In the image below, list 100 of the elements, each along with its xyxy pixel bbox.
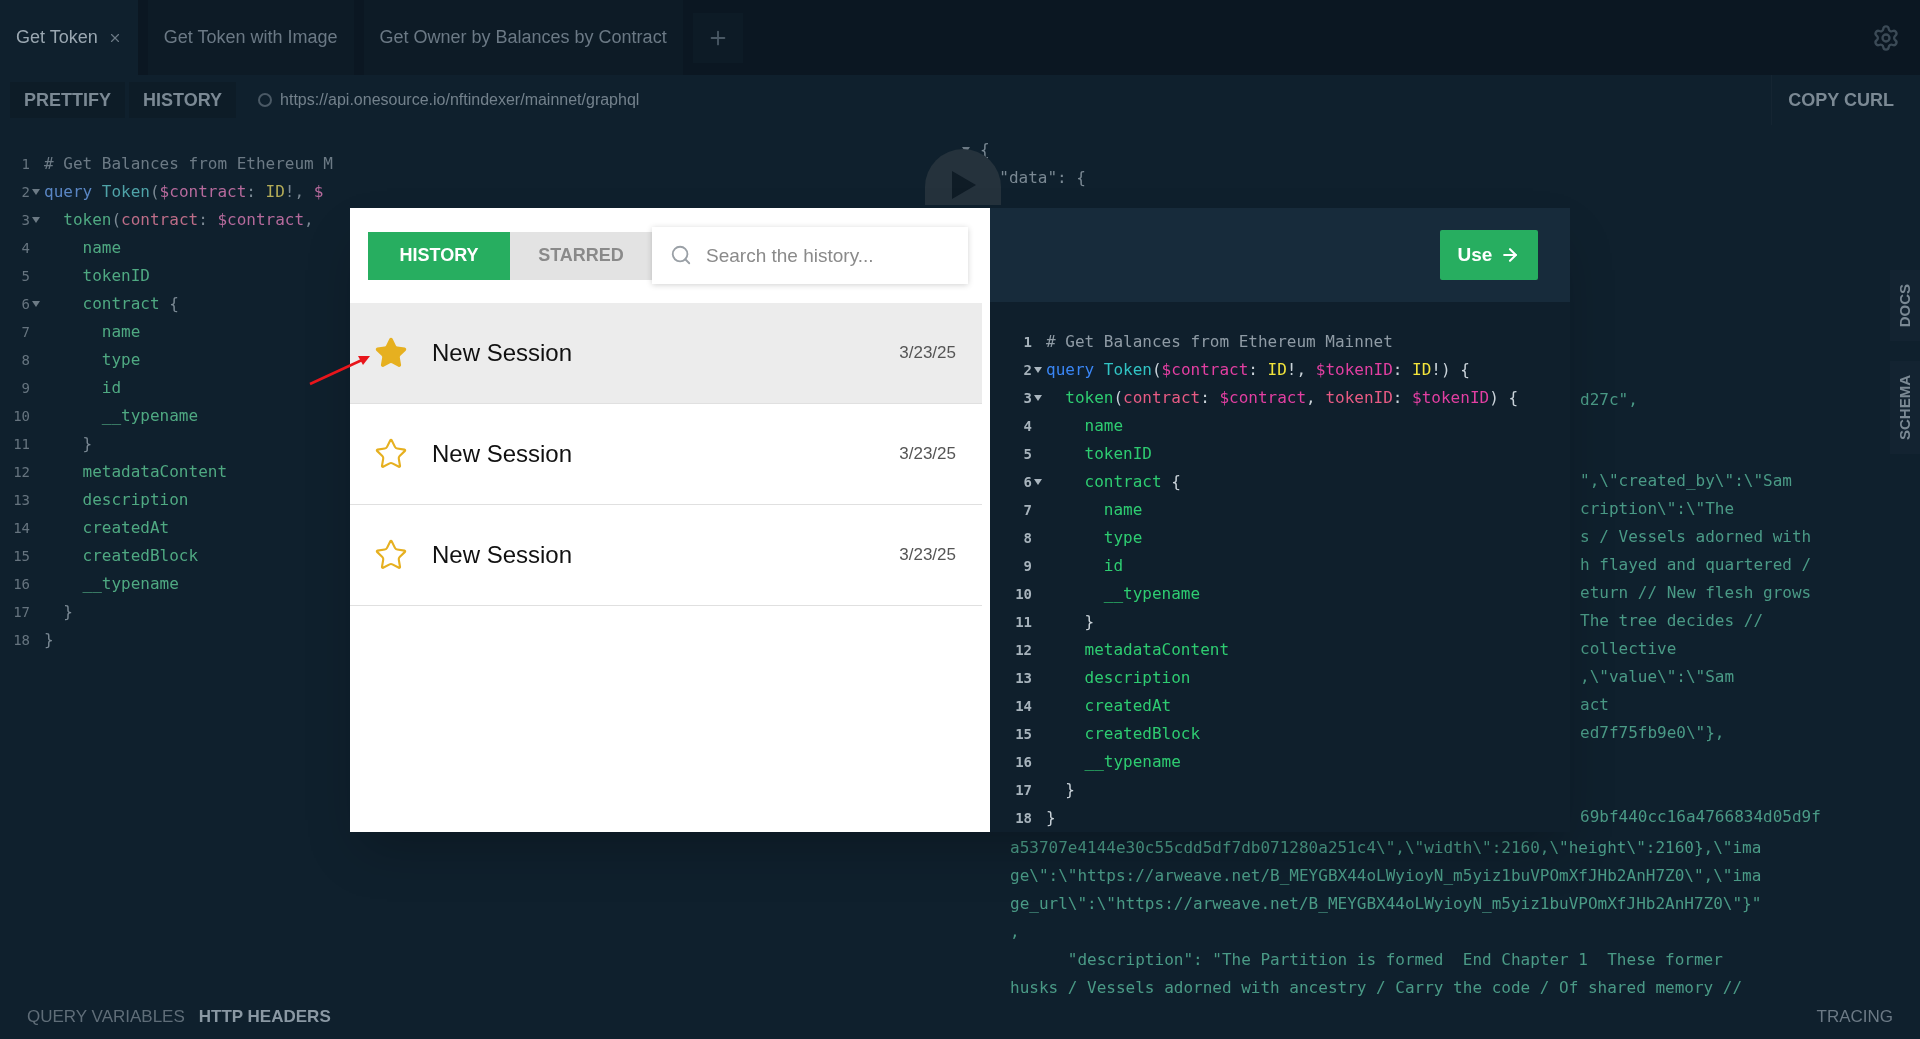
- code-line: createdAt: [81, 517, 170, 539]
- fold-arrow-icon[interactable]: [1034, 479, 1042, 485]
- line-number: 1: [21, 155, 30, 174]
- code-line: __typename: [1083, 751, 1181, 773]
- result-line: The tree decides //: [1580, 610, 1764, 632]
- code-line: description: [81, 489, 189, 511]
- query-tab[interactable]: Get Token: [0, 0, 138, 75]
- fold-arrow-icon[interactable]: [32, 301, 40, 307]
- result-line: s / Vessels adorned with: [1580, 526, 1812, 548]
- session-title: New Session: [432, 540, 574, 570]
- line-number: 17: [1015, 781, 1032, 800]
- line-number: 11: [1015, 613, 1032, 632]
- session-date: 3/23/25: [899, 544, 956, 567]
- line-number: 6: [21, 295, 30, 314]
- query-tab[interactable]: Get Owner by Balances by Contract: [363, 0, 683, 75]
- line-number: 8: [1023, 529, 1032, 548]
- fold-arrow-icon[interactable]: [32, 217, 40, 223]
- result-line: husks / Vessels adorned with ancestry / Carry the code / Of shared memory //: [1010, 977, 1743, 999]
- result-line: 69bf440cc16a4766834d05d9f: [1580, 806, 1821, 828]
- settings-icon[interactable]: [1872, 23, 1900, 52]
- fold-arrow-icon[interactable]: [32, 189, 40, 195]
- line-number: 13: [1015, 669, 1032, 688]
- search-field[interactable]: Search the history...: [652, 227, 968, 284]
- code-line: metadataContent: [1083, 639, 1230, 661]
- code-line: id: [100, 377, 122, 399]
- play-icon: [950, 171, 976, 199]
- result-line: ed7f75fb9e0\"},: [1580, 722, 1725, 744]
- line-number: 10: [1015, 585, 1032, 604]
- toolbar-button[interactable]: HISTORY: [129, 82, 237, 118]
- panel-tab[interactable]: QUERY VARIABLES: [27, 1003, 185, 1030]
- query-tab[interactable]: Get Token with Image: [147, 0, 354, 75]
- fold-arrow-icon[interactable]: [1034, 395, 1042, 401]
- search-icon: [670, 244, 692, 266]
- code-line: name: [100, 321, 141, 343]
- line-number: 18: [1015, 809, 1032, 828]
- line-number: 2: [1023, 361, 1032, 380]
- side-tab[interactable]: DOCS: [1890, 270, 1920, 342]
- use-button[interactable]: Use: [1440, 230, 1538, 280]
- session-date: 3/23/25: [899, 342, 956, 365]
- result-line: h flayed and quartered /: [1580, 554, 1812, 576]
- url-field[interactable]: https://api.onesource.io/nftindexer/mainnet/graphql: [248, 82, 1768, 118]
- code-line: metadataContent: [81, 461, 228, 483]
- line-number: 5: [21, 267, 30, 286]
- result-line: ge_url\":\"https://arweave.net/B_MEYGBX44oLWyioyN_m5yiz1buVPOmXfJHb2AnH7Z0\"}": [1010, 893, 1762, 915]
- line-number: 12: [1015, 641, 1032, 660]
- code-line: }: [1083, 611, 1095, 633]
- code-line: }: [44, 629, 54, 651]
- line-number: 9: [21, 379, 30, 398]
- line-number: 2: [21, 183, 30, 202]
- code-line: query Token($contract: ID!, $tokenID: ID!) {: [1046, 359, 1470, 381]
- line-number: 13: [13, 491, 30, 510]
- line-number: 18: [13, 631, 30, 650]
- result-line: "description": "The Partition is formed End Chapter 1 These former: [1066, 949, 1723, 971]
- code-line: __typename: [81, 573, 179, 595]
- result-line: ",\"created_by\":\"Sam: [1580, 470, 1792, 492]
- line-number: 4: [1023, 417, 1032, 436]
- result-line: cription\":\"The: [1580, 498, 1735, 520]
- line-number: 4: [21, 239, 30, 258]
- line-number: 16: [13, 575, 30, 594]
- code-line: tokenID: [1083, 443, 1152, 465]
- code-line: # Get Balances from Ethereum Mainnet: [1046, 331, 1393, 353]
- history-tab[interactable]: HISTORY: [368, 231, 510, 280]
- code-line: }: [1064, 779, 1075, 801]
- copy-curl-button[interactable]: COPY CURL: [1771, 75, 1910, 125]
- line-number: 7: [1023, 501, 1032, 520]
- result-line: "data": {: [998, 167, 1086, 189]
- code-line: }: [1046, 807, 1056, 829]
- code-line: createdAt: [1083, 695, 1172, 717]
- fold-arrow-icon[interactable]: [1034, 367, 1042, 373]
- star-icon[interactable]: [374, 437, 408, 471]
- result-line: d27c",: [1580, 389, 1638, 411]
- session-title: New Session: [432, 439, 574, 469]
- code-line: contract {: [1083, 471, 1181, 493]
- star-icon[interactable]: [374, 538, 408, 572]
- line-number: 9: [1023, 557, 1032, 576]
- code-line: type: [100, 349, 141, 371]
- star-icon[interactable]: [374, 336, 408, 370]
- code-line: contract {: [81, 293, 179, 315]
- side-tab[interactable]: SCHEMA: [1890, 361, 1920, 455]
- code-line: name: [1102, 499, 1143, 521]
- line-number: 6: [1023, 473, 1032, 492]
- line-number: 3: [1023, 389, 1032, 408]
- code-line: name: [1083, 415, 1124, 437]
- line-number: 14: [1015, 697, 1032, 716]
- code-line: name: [81, 237, 122, 259]
- tracing-tab[interactable]: TRACING: [1816, 1003, 1893, 1030]
- line-number: 8: [21, 351, 30, 370]
- session-row[interactable]: New Session 3/23/25: [350, 303, 982, 404]
- line-number: 12: [13, 463, 30, 482]
- history-tab[interactable]: STARRED: [510, 231, 652, 280]
- result-line: a53707e4144e30c55cdd5df7db071280a251c4\",\"width\":2160,\"height\":2160},\"ima: [1010, 837, 1762, 859]
- toolbar-button[interactable]: PRETTIFY: [10, 82, 125, 118]
- line-number: 17: [13, 603, 30, 622]
- result-line: ,: [1010, 921, 1020, 943]
- code-line: # Get Balances from Ethereum M: [44, 153, 333, 175]
- line-number: 15: [13, 547, 30, 566]
- line-number: 1: [1023, 333, 1032, 352]
- code-line: description: [1083, 667, 1191, 689]
- panel-tab[interactable]: HTTP HEADERS: [198, 1003, 331, 1030]
- code-line: id: [1102, 555, 1124, 577]
